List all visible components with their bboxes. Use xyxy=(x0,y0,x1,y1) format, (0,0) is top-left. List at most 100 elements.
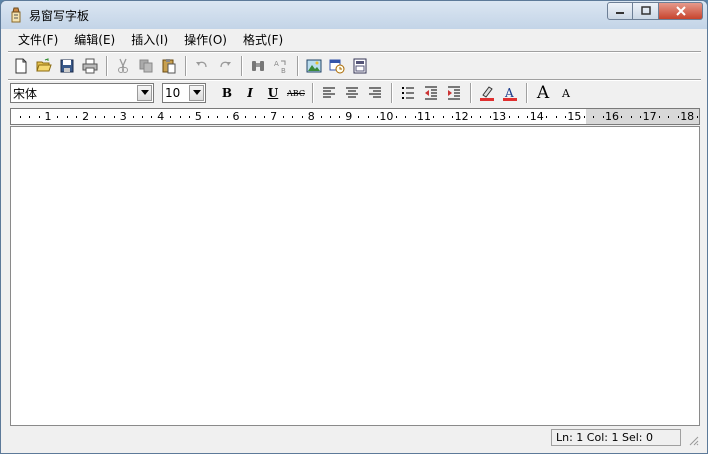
ruler-tick xyxy=(471,116,472,118)
svg-text:A: A xyxy=(504,86,514,100)
insert-object-button[interactable] xyxy=(349,55,371,77)
menu-format[interactable]: 格式(F) xyxy=(235,30,291,50)
ruler-tick xyxy=(245,116,247,118)
close-button[interactable] xyxy=(659,2,703,20)
menu-insert[interactable]: 插入(I) xyxy=(123,30,176,50)
resize-grip-icon[interactable] xyxy=(687,434,699,446)
underline-button[interactable]: U xyxy=(262,82,284,104)
insert-image-button[interactable] xyxy=(303,55,325,77)
minimize-button[interactable] xyxy=(607,2,633,20)
maximize-icon xyxy=(640,6,651,15)
highlighter-icon xyxy=(480,86,494,101)
status-bar: Ln: 1 Col: 1 Sel: 0 xyxy=(8,428,701,448)
ruler-tick xyxy=(113,116,115,118)
font-name-combo[interactable]: 宋体 xyxy=(10,83,154,103)
client-area: 文件(F) 编辑(E) 插入(I) 操作(O) 格式(F) A B 宋体 10 … xyxy=(8,29,701,448)
font-size-dropdown[interactable] xyxy=(189,85,204,101)
ruler-tick xyxy=(142,116,143,118)
font-color-button[interactable]: A xyxy=(499,82,521,104)
shrink-font-button[interactable]: A xyxy=(555,82,577,104)
menu-file[interactable]: 文件(F) xyxy=(10,30,66,50)
ruler-tick xyxy=(405,116,407,118)
ruler-tick xyxy=(452,116,454,118)
bold-button[interactable]: B xyxy=(216,82,238,104)
chevron-down-icon xyxy=(140,90,149,95)
align-left-button[interactable] xyxy=(318,82,340,104)
save-button[interactable] xyxy=(56,55,78,77)
decrease-indent-button[interactable] xyxy=(420,82,442,104)
italic-button[interactable]: I xyxy=(239,82,261,104)
outdent-icon xyxy=(425,86,437,100)
find-button[interactable] xyxy=(247,55,269,77)
bullet-list-icon xyxy=(402,87,414,99)
window-title: 易窗写字板 xyxy=(29,9,90,23)
close-icon xyxy=(675,6,686,16)
cut-button[interactable] xyxy=(112,55,134,77)
replace-button[interactable]: AB xyxy=(270,55,292,77)
ruler-tick xyxy=(696,116,698,118)
app-window: 易窗写字板 文件(F) 编辑(E) 插入(I) 操作(O) 格式(F) A B … xyxy=(0,0,708,454)
ruler-number: 5 xyxy=(194,110,202,123)
align-center-icon xyxy=(346,87,358,98)
font-name-dropdown[interactable] xyxy=(137,85,152,101)
new-button[interactable] xyxy=(10,55,32,77)
grow-font-button[interactable]: A xyxy=(532,82,554,104)
toolbar-separator xyxy=(185,56,187,76)
ruler-tick xyxy=(226,116,228,118)
ruler-tick xyxy=(95,116,96,118)
document-editor[interactable] xyxy=(10,126,700,426)
copy-button[interactable] xyxy=(135,55,157,77)
ruler-tick xyxy=(565,116,566,118)
object-icon xyxy=(353,58,367,74)
open-button[interactable] xyxy=(33,55,55,77)
font-name-value: 宋体 xyxy=(13,86,38,101)
ruler-number: 14 xyxy=(529,110,544,123)
maximize-button[interactable] xyxy=(633,2,659,20)
paste-button[interactable] xyxy=(158,55,180,77)
underline-icon: U xyxy=(267,86,279,100)
ruler-tick xyxy=(38,116,40,118)
ruler-tick xyxy=(66,116,68,118)
svg-text:B: B xyxy=(281,67,286,74)
increase-indent-button[interactable] xyxy=(443,82,465,104)
ruler-number: 3 xyxy=(119,110,127,123)
bold-icon: B xyxy=(221,86,233,100)
menu-operate[interactable]: 操作(O) xyxy=(176,30,235,50)
ruler-tick xyxy=(19,116,21,118)
ruler-tick xyxy=(330,116,331,118)
print-button[interactable] xyxy=(79,55,101,77)
menu-edit[interactable]: 编辑(E) xyxy=(66,30,123,50)
bullets-button[interactable] xyxy=(397,82,419,104)
ruler-number: 4 xyxy=(157,110,165,123)
strikethrough-icon: ABC xyxy=(287,88,305,98)
replace-icon: AB xyxy=(274,60,286,74)
align-center-button[interactable] xyxy=(341,82,363,104)
menu-bar: 文件(F) 编辑(E) 插入(I) 操作(O) 格式(F) xyxy=(8,29,701,51)
ruler-tick xyxy=(339,116,341,118)
ruler-tick xyxy=(254,116,256,118)
ruler-tick xyxy=(367,116,369,118)
align-right-button[interactable] xyxy=(364,82,386,104)
ruler-tick xyxy=(433,116,435,118)
ruler-tick xyxy=(518,116,519,118)
highlight-button[interactable] xyxy=(476,82,498,104)
ruler-tick xyxy=(659,116,660,118)
ruler-tick xyxy=(508,116,510,118)
app-icon xyxy=(11,7,21,23)
open-folder-icon xyxy=(36,58,52,72)
ruler-tick xyxy=(217,116,219,118)
title-bar[interactable]: 易窗写字板 xyxy=(1,1,707,29)
strikethrough-button[interactable]: ABC xyxy=(285,82,307,104)
datetime-icon xyxy=(329,59,345,74)
ruler[interactable]: 1 2 3 4 5 6 7 8 9 10 11 12 13 14 15 16 17 18 xyxy=(10,108,700,125)
toolbar-separator xyxy=(312,83,314,103)
insert-datetime-button[interactable] xyxy=(326,55,348,77)
ruler-tick xyxy=(292,116,294,118)
redo-button[interactable] xyxy=(214,55,236,77)
undo-button[interactable] xyxy=(191,55,213,77)
font-size-combo[interactable]: 10 xyxy=(162,83,206,103)
ruler-tick xyxy=(527,116,529,118)
ruler-tick xyxy=(583,116,585,118)
ruler-number: 6 xyxy=(232,110,240,123)
ruler-tick xyxy=(555,116,557,118)
